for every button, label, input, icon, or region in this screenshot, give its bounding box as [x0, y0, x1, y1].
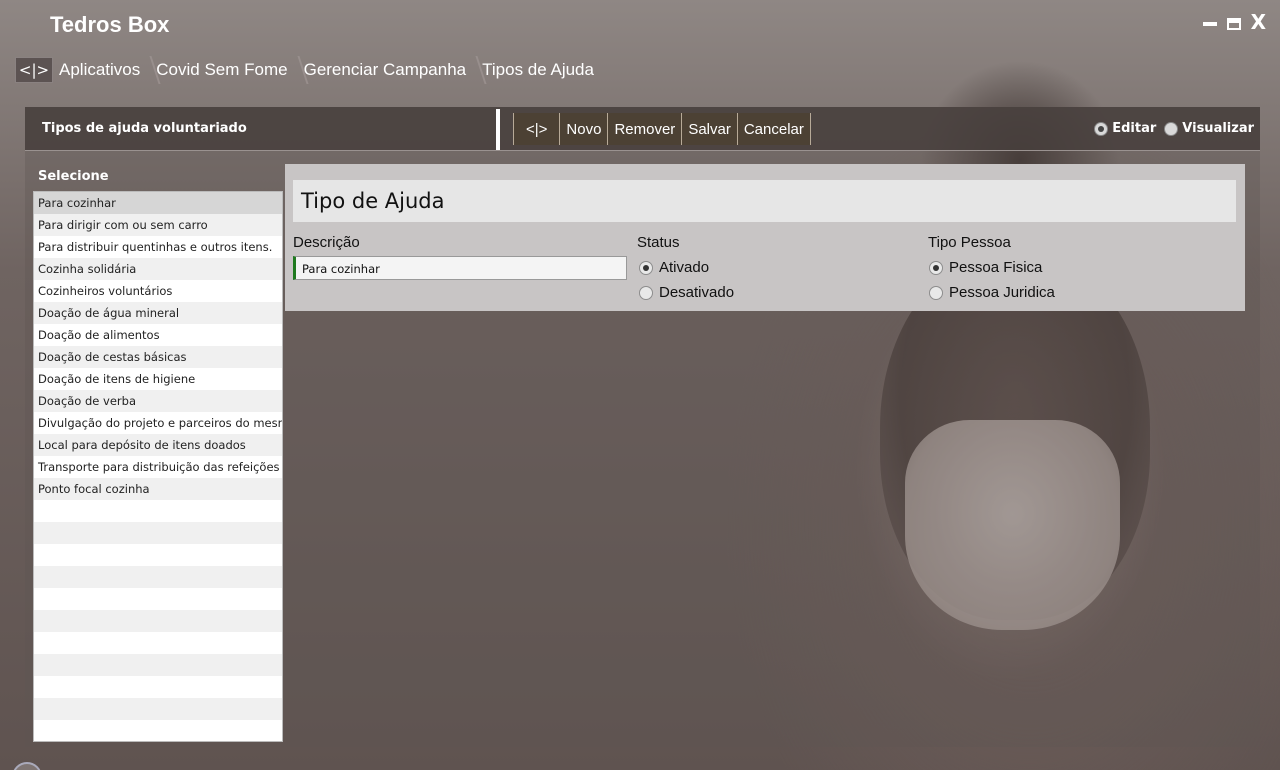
breadcrumb-item-tipos-de-ajuda[interactable]: Tipos de Ajuda	[482, 60, 604, 80]
list-item[interactable]: Doação de água mineral	[34, 302, 282, 324]
status-ativado-radio[interactable]: Ativado	[639, 259, 709, 276]
empty-list-row	[34, 632, 282, 654]
mode-selector: Editar Visualizar	[1094, 121, 1254, 136]
radio-selected-icon	[639, 260, 653, 275]
taskbar-start-icon[interactable]	[12, 762, 42, 770]
list-item[interactable]: Cozinheiros voluntários	[34, 280, 282, 302]
panel-title: Tipos de ajuda voluntariado	[42, 121, 247, 136]
radio-selected-icon	[929, 260, 943, 275]
empty-list-row	[34, 522, 282, 544]
app-title: Tedros Box	[50, 12, 170, 37]
person-fisica-radio[interactable]: Pessoa Fisica	[929, 259, 1042, 276]
list-item[interactable]: Doação de itens de higiene	[34, 368, 282, 390]
back-button[interactable]: <|>	[513, 113, 560, 145]
mode-edit-radio[interactable]: Editar	[1094, 121, 1156, 136]
radio-unselected-icon	[639, 285, 653, 300]
breadcrumb: <|> Aplicativos Covid Sem Fome Gerenciar…	[15, 56, 610, 84]
list-item[interactable]: Cozinha solidária	[34, 258, 282, 280]
form-title: Tipo de Ajuda	[301, 189, 445, 213]
radio-unselected-icon	[1164, 121, 1179, 136]
list-item[interactable]: Doação de verba	[34, 390, 282, 412]
list-item[interactable]: Local para depósito de itens doados	[34, 434, 282, 456]
list-item[interactable]: Para distribuir quentinhas e outros iten…	[34, 236, 282, 258]
empty-list-row	[34, 500, 282, 522]
cancel-button[interactable]: Cancelar	[736, 113, 811, 145]
minimize-icon[interactable]	[1202, 22, 1217, 26]
remove-button[interactable]: Remover	[607, 113, 682, 145]
save-button[interactable]: Salvar	[681, 113, 737, 145]
panel-header: Tipos de ajuda voluntariado <|> Novo Rem…	[25, 107, 1260, 151]
list-item[interactable]: Para cozinhar	[34, 192, 282, 214]
list-item[interactable]: Doação de alimentos	[34, 324, 282, 346]
maximize-icon[interactable]	[1226, 18, 1241, 30]
status-ativado-label: Ativado	[659, 259, 710, 276]
empty-list-row	[34, 676, 282, 698]
breadcrumb-item-aplicativos[interactable]: Aplicativos	[59, 60, 150, 80]
person-type-label: Tipo Pessoa	[928, 234, 1011, 251]
list-item[interactable]: Ponto focal cozinha	[34, 478, 282, 500]
person-fisica-label: Pessoa Fisica	[949, 259, 1043, 276]
empty-list-row	[34, 544, 282, 566]
breadcrumb-item-covid-sem-fome[interactable]: Covid Sem Fome	[156, 60, 297, 80]
breadcrumb-item-gerenciar-campanha[interactable]: Gerenciar Campanha	[304, 60, 477, 80]
mode-view-radio[interactable]: Visualizar	[1164, 121, 1254, 136]
form-card-header: Tipo de Ajuda	[293, 180, 1236, 222]
empty-list-row	[34, 654, 282, 676]
list-item[interactable]: Para dirigir com ou sem carro	[34, 214, 282, 236]
mode-view-label: Visualizar	[1182, 121, 1254, 136]
empty-list-row	[34, 566, 282, 588]
title-bar: Tedros Box X	[0, 0, 1280, 50]
list-label: Selecione	[38, 169, 109, 184]
person-juridica-radio[interactable]: Pessoa Juridica	[929, 284, 1055, 301]
window-controls: X	[1202, 10, 1266, 34]
new-button[interactable]: Novo	[559, 113, 608, 145]
description-input[interactable]: Para cozinhar	[293, 256, 627, 280]
mode-edit-label: Editar	[1112, 121, 1157, 136]
status-desativado-radio[interactable]: Desativado	[639, 284, 734, 301]
empty-list-row	[34, 588, 282, 610]
form-card: Tipo de Ajuda Descrição Para cozinhar St…	[285, 164, 1245, 311]
breadcrumb-home-button[interactable]: <|>	[15, 57, 53, 83]
status-label: Status	[637, 234, 680, 251]
empty-list-row	[34, 698, 282, 720]
person-juridica-label: Pessoa Juridica	[949, 284, 1055, 301]
status-desativado-label: Desativado	[659, 284, 735, 301]
list-item[interactable]: Transporte para distribuição das refeiçõ…	[34, 456, 282, 478]
description-label: Descrição	[293, 234, 360, 251]
toolbar: <|> Novo Remover Salvar Cancelar	[513, 113, 811, 145]
list-item[interactable]: Doação de cestas básicas	[34, 346, 282, 368]
help-type-list[interactable]: Para cozinhar Para dirigir com ou sem ca…	[33, 191, 283, 742]
header-divider	[496, 109, 500, 150]
empty-list-row	[34, 720, 282, 741]
radio-unselected-icon	[929, 285, 943, 300]
radio-selected-icon	[1094, 121, 1109, 136]
close-icon[interactable]: X	[1251, 10, 1266, 34]
list-item[interactable]: Divulgação do projeto e parceiros do mes…	[34, 412, 282, 434]
empty-list-row	[34, 610, 282, 632]
